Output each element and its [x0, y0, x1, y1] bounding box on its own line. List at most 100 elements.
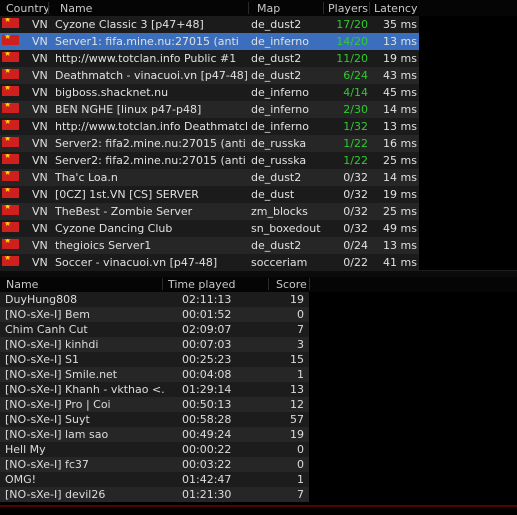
vietnam-flag-icon — [2, 137, 19, 147]
server-row[interactable]: VN Soccer - vinacuoi.vn [p47-48] socceriam… — [0, 254, 419, 270]
server-players: 0/32 — [343, 171, 368, 184]
column-divider[interactable] — [309, 278, 310, 290]
server-row[interactable]: VN Cyzone Classic 3 [p47+48] de_dust2 17/20… — [0, 16, 419, 33]
server-players: 17/20 — [336, 18, 368, 31]
server-row[interactable]: VN BEN NGHE [linux p47-p48] de_inferno 2/30… — [0, 101, 419, 118]
server-row[interactable]: VN thegioics Server1 de_dust2 0/24 13 ms — [0, 237, 419, 254]
server-map: de_dust2 — [251, 69, 302, 82]
server-country: VN — [32, 120, 48, 133]
player-name: [NO-sXe-I] Smile.net — [5, 368, 118, 381]
player-time-played: 00:58:28 — [182, 413, 232, 426]
vietnam-flag-icon — [2, 188, 19, 198]
vietnam-flag-icon — [2, 154, 19, 164]
server-country: VN — [32, 188, 48, 201]
server-row[interactable]: VN bigboss.shacknet.nu de_inferno 4/14 45 ms — [0, 84, 419, 101]
player-score: 0 — [297, 443, 304, 456]
server-map: de_inferno — [251, 103, 309, 116]
server-row[interactable]: VN Server2: fifa2.mine.nu:27015 (anti de_r… — [0, 152, 419, 169]
player-time-played: 00:04:08 — [182, 368, 232, 381]
server-map: de_inferno — [251, 86, 309, 99]
server-players: 4/14 — [343, 86, 368, 99]
player-row: [NO-sXe-I] Smile.net 00:04:08 1 — [0, 367, 309, 382]
server-latency: 13 ms — [383, 35, 417, 48]
server-name: [0CZ] 1st.VN [CS] SERVER — [55, 188, 199, 201]
server-players: 0/32 — [343, 222, 368, 235]
player-score: 13 — [290, 383, 304, 396]
player-row: [NO-sXe-I] S1 00:25:23 15 — [0, 352, 309, 367]
player-time-played: 00:50:13 — [182, 398, 232, 411]
server-name: Soccer - vinacuoi.vn [p47-48] — [55, 256, 218, 269]
server-latency: 25 ms — [383, 154, 417, 167]
server-latency: 19 ms — [383, 52, 417, 65]
server-latency: 14 ms — [383, 103, 417, 116]
status-bar — [0, 505, 517, 515]
server-map: zm_blocks — [251, 205, 308, 218]
vietnam-flag-icon — [2, 120, 19, 130]
server-country: VN — [32, 171, 48, 184]
server-row[interactable]: VN http://www.totclan.info Public #1 de_du… — [0, 50, 419, 67]
server-row[interactable]: VN Server2: fifa2.mine.nu:27015 (anti de_r… — [0, 135, 419, 152]
server-latency: 14 ms — [383, 171, 417, 184]
vietnam-flag-icon — [2, 69, 19, 79]
player-score: 1 — [297, 473, 304, 486]
column-header-latency[interactable]: Latency — [374, 2, 417, 15]
column-header-country[interactable]: Country — [6, 2, 50, 15]
player-time-played: 00:25:23 — [182, 353, 232, 366]
column-divider[interactable] — [268, 278, 269, 290]
vietnam-flag-icon — [2, 222, 19, 232]
column-divider[interactable] — [248, 2, 249, 14]
server-players: 6/24 — [343, 69, 368, 82]
server-row[interactable]: VN [0CZ] 1st.VN [CS] SERVER de_dust 0/32 19 … — [0, 186, 419, 203]
server-country: VN — [32, 256, 48, 269]
player-time-played: 02:09:07 — [182, 323, 232, 336]
column-header-players[interactable]: Players — [328, 2, 368, 15]
server-latency: 41 ms — [383, 256, 417, 269]
vietnam-flag-icon — [2, 52, 19, 62]
server-country: VN — [32, 86, 48, 99]
player-time-played: 00:49:24 — [182, 428, 232, 441]
player-row: Hell My 00:00:22 0 — [0, 442, 309, 457]
player-name: [NO-sXe-I] kinhdi — [5, 338, 99, 351]
player-time-played: 00:00:22 — [182, 443, 232, 456]
server-name: Server1: fifa.mine.nu:27015 (anti — [55, 35, 239, 48]
column-header-player-name[interactable]: Name — [6, 278, 38, 291]
player-name: [NO-sXe-I] Suyt — [5, 413, 90, 426]
player-score: 12 — [290, 398, 304, 411]
server-players: 1/22 — [343, 137, 368, 150]
server-country: VN — [32, 222, 48, 235]
column-header-time-played[interactable]: Time played — [168, 278, 235, 291]
column-divider[interactable] — [369, 2, 370, 14]
player-score: 3 — [297, 338, 304, 351]
player-row: [NO-sXe-I] fc37 00:03:22 0 — [0, 457, 309, 472]
server-latency: 25 ms — [383, 205, 417, 218]
player-score: 19 — [290, 428, 304, 441]
player-list-header: Name Time played Score — [0, 277, 517, 292]
player-time-played: 00:03:22 — [182, 458, 232, 471]
server-players: 1/32 — [343, 120, 368, 133]
column-header-name[interactable]: Name — [60, 2, 92, 15]
player-name: [NO-sXe-I] fc37 — [5, 458, 89, 471]
server-row[interactable]: VN Deathmatch - vinacuoi.vn [p47-48] de_du… — [0, 67, 419, 84]
server-row[interactable]: VN Cyzone Dancing Club sn_boxedout 0/32 49 m… — [0, 220, 419, 237]
server-row[interactable]: VN http://www.totclan.info Deathmatch de_i… — [0, 118, 419, 135]
column-header-score[interactable]: Score — [276, 278, 307, 291]
player-row: [NO-sXe-I] Pro | Coi 00:50:13 12 — [0, 397, 309, 412]
server-list[interactable]: VN Cyzone Classic 3 [p47+48] de_dust2 17/20… — [0, 16, 517, 270]
column-divider[interactable] — [323, 2, 324, 14]
column-header-map[interactable]: Map — [257, 2, 280, 15]
player-time-played: 01:29:14 — [182, 383, 232, 396]
player-name: [NO-sXe-I] Bem — [5, 308, 91, 321]
server-name: Tha'c Loa.n — [55, 171, 118, 184]
server-name: http://www.totclan.info Public #1 — [55, 52, 237, 65]
column-divider[interactable] — [48, 2, 49, 14]
column-divider[interactable] — [162, 278, 163, 290]
server-row[interactable]: VN Server1: fifa.mine.nu:27015 (anti de_in… — [0, 33, 419, 50]
server-latency: 43 ms — [383, 69, 417, 82]
player-name: [NO-sXe-I] lam sao — [5, 428, 109, 441]
server-name: thegioics Server1 — [55, 239, 152, 252]
vietnam-flag-icon — [2, 103, 19, 113]
server-row[interactable]: VN TheBest - Zombie Server zm_blocks 0/32 25… — [0, 203, 419, 220]
server-list-header: Country Name Map Players Latency — [0, 0, 517, 16]
server-row[interactable]: VN Tha'c Loa.n de_dust2 0/32 14 ms — [0, 169, 419, 186]
player-score: 15 — [290, 353, 304, 366]
